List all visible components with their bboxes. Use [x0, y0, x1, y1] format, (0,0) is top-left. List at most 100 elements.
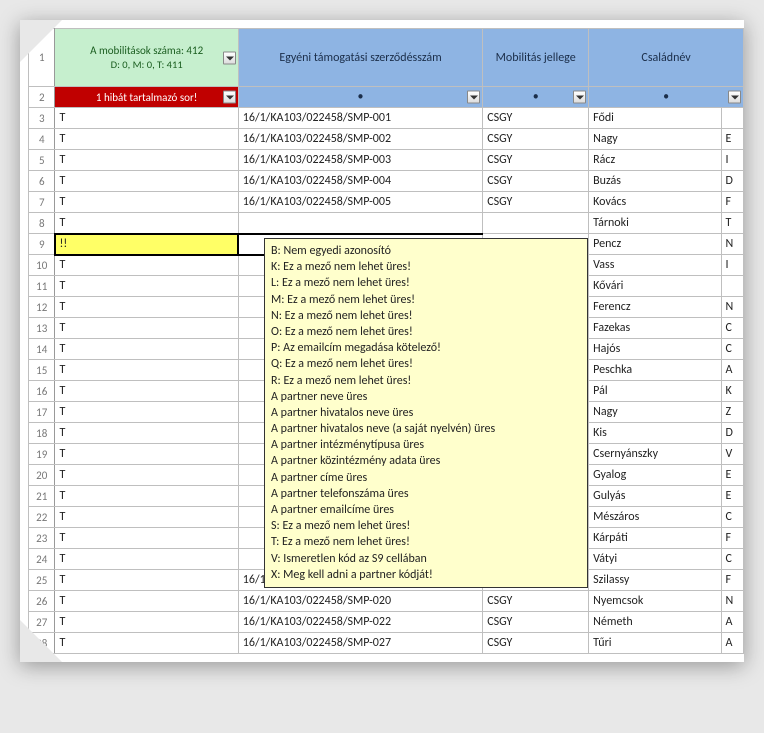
- row-number[interactable]: 7: [29, 192, 55, 213]
- status-cell[interactable]: T: [55, 213, 238, 234]
- filter-cell-contract[interactable]: •: [238, 87, 482, 108]
- name-cell[interactable]: Csernyánszky: [589, 444, 721, 465]
- name-cell[interactable]: Rácz: [589, 150, 721, 171]
- table-row[interactable]: 8 T Tárnoki T: [29, 213, 744, 234]
- row-number[interactable]: 10: [29, 255, 55, 276]
- type-cell[interactable]: CSGY: [483, 612, 589, 633]
- contract-cell[interactable]: 16/1/KA103/022458/SMP-003: [238, 150, 482, 171]
- row-number[interactable]: 12: [29, 297, 55, 318]
- clip-cell[interactable]: [721, 276, 743, 297]
- row-number[interactable]: 2: [29, 87, 55, 108]
- clip-cell[interactable]: A: [721, 633, 743, 654]
- status-cell[interactable]: T: [55, 570, 238, 591]
- row-number[interactable]: 17: [29, 402, 55, 423]
- status-cell[interactable]: T: [55, 339, 238, 360]
- status-cell[interactable]: T: [55, 192, 238, 213]
- status-cell[interactable]: T: [55, 171, 238, 192]
- name-cell[interactable]: Németh: [589, 612, 721, 633]
- clip-cell[interactable]: E: [721, 129, 743, 150]
- name-cell[interactable]: Tűri: [589, 633, 721, 654]
- name-cell[interactable]: Tárnoki: [589, 213, 721, 234]
- row-number[interactable]: 5: [29, 150, 55, 171]
- type-cell[interactable]: CSGY: [483, 192, 589, 213]
- clip-cell[interactable]: N: [721, 234, 743, 255]
- name-cell[interactable]: Kis: [589, 423, 721, 444]
- error-count-cell[interactable]: 1 hibát tartalmazó sor!: [55, 87, 238, 108]
- name-cell[interactable]: Peschka: [589, 360, 721, 381]
- contract-cell[interactable]: 16/1/KA103/022458/SMP-027: [238, 633, 482, 654]
- clip-cell[interactable]: D: [721, 171, 743, 192]
- row-number[interactable]: 19: [29, 444, 55, 465]
- clip-cell[interactable]: F: [721, 528, 743, 549]
- row-number[interactable]: 21: [29, 486, 55, 507]
- row-number[interactable]: 15: [29, 360, 55, 381]
- row-number[interactable]: 11: [29, 276, 55, 297]
- status-cell[interactable]: T: [55, 633, 238, 654]
- table-row[interactable]: 26 T 16/1/KA103/022458/SMP-020 CSGY Nyem…: [29, 591, 744, 612]
- table-row[interactable]: 4 T 16/1/KA103/022458/SMP-002 CSGY Nagy …: [29, 129, 744, 150]
- filter-icon[interactable]: [467, 91, 480, 104]
- name-cell[interactable]: Buzás: [589, 171, 721, 192]
- name-cell[interactable]: Hajós: [589, 339, 721, 360]
- row-number[interactable]: 23: [29, 528, 55, 549]
- name-cell[interactable]: Fődi: [589, 108, 721, 129]
- clip-cell[interactable]: C: [721, 507, 743, 528]
- row-number[interactable]: 18: [29, 423, 55, 444]
- status-cell[interactable]: T: [55, 423, 238, 444]
- clip-cell[interactable]: [721, 108, 743, 129]
- status-cell[interactable]: T: [55, 276, 238, 297]
- name-cell[interactable]: Pál: [589, 381, 721, 402]
- clip-cell[interactable]: I: [721, 150, 743, 171]
- name-cell[interactable]: Kárpáti: [589, 528, 721, 549]
- status-cell[interactable]: T: [55, 528, 238, 549]
- name-cell[interactable]: Ferencz: [589, 297, 721, 318]
- name-cell[interactable]: Szilassy: [589, 570, 721, 591]
- contract-cell[interactable]: 16/1/KA103/022458/SMP-020: [238, 591, 482, 612]
- name-cell[interactable]: Vátyi: [589, 549, 721, 570]
- contract-cell[interactable]: 16/1/KA103/022458/SMP-005: [238, 192, 482, 213]
- row-number[interactable]: 8: [29, 213, 55, 234]
- name-cell[interactable]: Vass: [589, 255, 721, 276]
- row-number[interactable]: 9: [29, 234, 55, 255]
- clip-cell[interactable]: A: [721, 612, 743, 633]
- type-cell[interactable]: CSGY: [483, 150, 589, 171]
- name-cell[interactable]: Nagy: [589, 402, 721, 423]
- name-cell[interactable]: Gyalog: [589, 465, 721, 486]
- status-cell[interactable]: T: [55, 360, 238, 381]
- clip-cell[interactable]: T: [721, 213, 743, 234]
- table-row[interactable]: 28 T 16/1/KA103/022458/SMP-027 CSGY Tűri…: [29, 633, 744, 654]
- status-cell[interactable]: T: [55, 507, 238, 528]
- clip-cell[interactable]: K: [721, 381, 743, 402]
- status-cell[interactable]: T: [55, 402, 238, 423]
- row-number[interactable]: 13: [29, 318, 55, 339]
- row-number[interactable]: 25: [29, 570, 55, 591]
- type-cell[interactable]: CSGY: [483, 633, 589, 654]
- clip-cell[interactable]: A: [721, 360, 743, 381]
- clip-cell[interactable]: V: [721, 444, 743, 465]
- status-cell[interactable]: T: [55, 591, 238, 612]
- name-cell[interactable]: Fazekas: [589, 318, 721, 339]
- filter-icon[interactable]: [223, 91, 236, 104]
- status-cell[interactable]: T: [55, 612, 238, 633]
- filter-cell-name[interactable]: •: [589, 87, 744, 108]
- table-row[interactable]: 3 T 16/1/KA103/022458/SMP-001 CSGY Fődi: [29, 108, 744, 129]
- status-cell[interactable]: T: [55, 318, 238, 339]
- clip-cell[interactable]: N: [721, 591, 743, 612]
- row-number[interactable]: 20: [29, 465, 55, 486]
- contract-cell[interactable]: 16/1/KA103/022458/SMP-002: [238, 129, 482, 150]
- clip-cell[interactable]: Z: [721, 402, 743, 423]
- name-cell[interactable]: Kővári: [589, 276, 721, 297]
- clip-cell[interactable]: C: [721, 318, 743, 339]
- name-cell[interactable]: Gulyás: [589, 486, 721, 507]
- table-row[interactable]: 5 T 16/1/KA103/022458/SMP-003 CSGY Rácz …: [29, 150, 744, 171]
- filter-cell-type[interactable]: •: [483, 87, 589, 108]
- name-cell[interactable]: Mészáros: [589, 507, 721, 528]
- clip-cell[interactable]: E: [721, 486, 743, 507]
- row-number[interactable]: 22: [29, 507, 55, 528]
- contract-cell[interactable]: [238, 213, 482, 234]
- contract-cell[interactable]: 16/1/KA103/022458/SMP-022: [238, 612, 482, 633]
- status-cell[interactable]: T: [55, 381, 238, 402]
- name-cell[interactable]: Kovács: [589, 192, 721, 213]
- status-cell[interactable]: T: [55, 150, 238, 171]
- clip-cell[interactable]: F: [721, 570, 743, 591]
